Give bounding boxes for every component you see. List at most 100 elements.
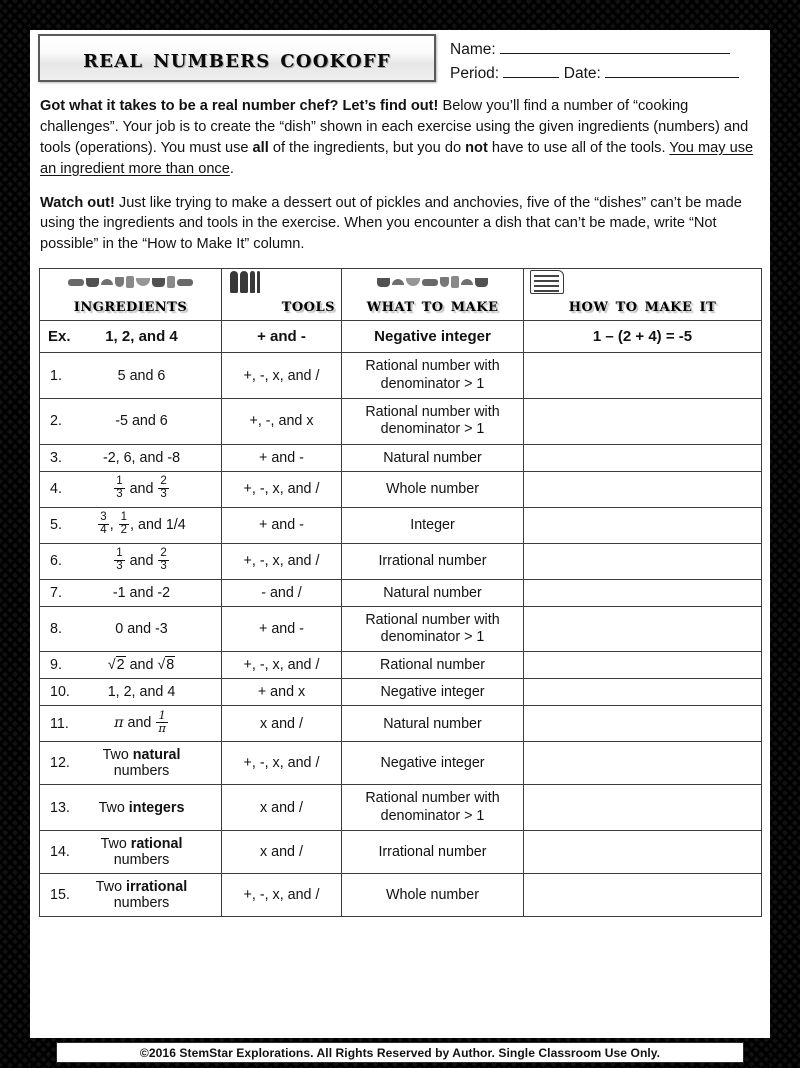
answer-input-area[interactable] xyxy=(530,657,755,673)
cell-how-to-make-it-answer[interactable] xyxy=(523,506,762,544)
column-header-how-to-make-it: HOW TO MAKE IT xyxy=(523,268,762,322)
cell-tools: + and x xyxy=(221,678,342,707)
ingredients-text: Two integers xyxy=(98,799,185,816)
cell-what-to-make: Irrational number xyxy=(341,830,524,875)
table-row: 12. Two natural numbers +, -, x, and / Negat… xyxy=(39,741,762,786)
answer-input-area[interactable] xyxy=(530,844,755,860)
cell-how-to-make-it-answer[interactable] xyxy=(523,830,762,875)
ingredients-value: 34, 12, and 1/4 xyxy=(98,510,186,536)
what-to-make-value: Rational number xyxy=(380,657,485,674)
ingredients-value: 0 and -3 xyxy=(115,621,168,638)
table-row: 2. -5 and 6 +, -, and x Rational number wit… xyxy=(39,397,762,445)
cell-how-to-make-it-answer[interactable] xyxy=(523,443,762,472)
watch-out-bold: Watch out! xyxy=(40,194,115,211)
cell-tools: +, -, x, and / xyxy=(221,741,342,786)
cell-ingredients: 12. Two natural numbers xyxy=(39,741,222,786)
row-number: 3. xyxy=(50,449,62,466)
cell-what-to-make: Rational number with denominator > 1 xyxy=(341,784,524,832)
answer-input-area[interactable] xyxy=(530,684,755,700)
cell-ingredients: 9. √2 and √8 xyxy=(39,651,222,680)
cooking-utensils-clipart-icon xyxy=(223,271,341,294)
what-to-make-value: Negative integer xyxy=(380,755,485,772)
decorative-border-right xyxy=(770,0,800,1068)
fraction: 13 xyxy=(114,474,125,500)
period-date-field-row: Period: Date: xyxy=(450,62,763,86)
cell-how-to-make-it-answer[interactable] xyxy=(523,873,762,918)
table-row-example: Ex. 1, 2, and 4 + and - Negative integer 1 –… xyxy=(39,320,762,354)
answer-input-area[interactable] xyxy=(530,517,755,533)
cell-how-to-make-it-answer[interactable] xyxy=(523,741,762,786)
ingredients-value: π and 1π xyxy=(114,708,168,736)
table-row: 13. Two integers x and / Rational number wi… xyxy=(39,784,762,832)
answer-input-area[interactable] xyxy=(530,585,755,601)
decorative-border-left xyxy=(0,0,30,1068)
cell-how-to-make-it-answer[interactable] xyxy=(523,352,762,399)
cell-how-to-make-it-answer[interactable] xyxy=(523,705,762,743)
worksheet-page: REAL NUMBERS COOKOFF Name: Period: Date:… xyxy=(0,0,800,1068)
row-number: 8. xyxy=(50,621,62,638)
row-number: 14. xyxy=(50,844,70,861)
cell-ingredients: 6. 1 3 and 23 xyxy=(39,542,222,580)
answer-input-area[interactable] xyxy=(530,716,755,732)
what-to-make-value: Rational number with denominator > 1 xyxy=(365,358,500,392)
answer-input-area[interactable] xyxy=(530,413,755,429)
worksheet-content: REAL NUMBERS COOKOFF Name: Period: Date:… xyxy=(30,30,770,1038)
cell-what-to-make: Natural number xyxy=(341,578,524,607)
cell-how-to-make-it: 1 – (2 + 4) = -5 xyxy=(523,320,762,354)
cell-how-to-make-it-answer[interactable] xyxy=(523,578,762,607)
ingredients-emphasis: integers xyxy=(128,799,185,816)
answer-input-area[interactable] xyxy=(530,481,755,497)
answer-input-area[interactable] xyxy=(530,621,755,637)
cell-ingredients: 11. π and 1π xyxy=(39,705,222,743)
cell-ingredients: 3. -2, 6, and -8 xyxy=(39,443,222,472)
what-to-make-value: Natural number xyxy=(383,449,482,466)
row-number: 2. xyxy=(50,413,62,430)
date-input-line[interactable] xyxy=(605,63,740,78)
name-input-line[interactable] xyxy=(499,39,730,54)
cell-how-to-make-it-answer[interactable] xyxy=(523,678,762,707)
answer-input-area[interactable] xyxy=(530,800,755,816)
cell-ingredients: Ex. 1, 2, and 4 xyxy=(39,320,222,354)
cell-how-to-make-it-answer[interactable] xyxy=(523,397,762,445)
cell-ingredients: 4. 1 3 and 23 xyxy=(39,470,222,508)
cookoff-table: INGREDIENTS TOOLS WH xyxy=(39,268,762,918)
period-input-line[interactable] xyxy=(503,63,560,78)
instructions-text-2a: Just like trying to make a dessert out o… xyxy=(40,194,742,253)
fraction: 23 xyxy=(158,474,169,500)
cell-ingredients: 10. 1, 2, and 4 xyxy=(39,678,222,707)
cell-ingredients: 5. 3 4, 12, and 1/4 xyxy=(39,506,222,544)
ingredients-value: 13 and 23 xyxy=(114,474,169,500)
ingredients-value: √2 and √8 xyxy=(107,656,176,674)
cell-ingredients: 14. Two rational numbers xyxy=(39,830,222,875)
row-number: 1. xyxy=(50,367,62,384)
answer-input-area[interactable] xyxy=(530,887,755,903)
what-to-make-value: Natural number xyxy=(383,584,482,601)
cell-how-to-make-it-answer[interactable] xyxy=(523,605,762,653)
table-row: 5. 3 4, 12, and 1/4 + and - Integer xyxy=(39,506,762,544)
cell-tools: x and / xyxy=(221,830,342,875)
answer-input-area[interactable] xyxy=(530,755,755,771)
name-label: Name: xyxy=(450,41,496,58)
answer-input-area[interactable] xyxy=(530,368,755,384)
what-to-make-value: Rational number with denominator > 1 xyxy=(365,611,500,646)
cell-tools: x and / xyxy=(221,784,342,832)
what-to-make-value: Rational number with denominator > 1 xyxy=(365,403,500,438)
table-row: 4. 1 3 and 2 3 +, -, x, and / Whole number xyxy=(39,470,762,508)
answer-input-area[interactable] xyxy=(530,553,755,569)
cell-how-to-make-it-answer[interactable] xyxy=(523,542,762,580)
cell-how-to-make-it-answer[interactable] xyxy=(523,784,762,832)
answer-input-area[interactable] xyxy=(530,450,755,466)
instructions-text-1c: have to use all of the tools. xyxy=(487,139,670,156)
cell-tools: +, -, x, and / xyxy=(221,542,342,580)
row-number: 15. xyxy=(50,887,70,904)
table-header-row: INGREDIENTS TOOLS WH xyxy=(39,268,762,322)
kitchen-ingredients-clipart-icon xyxy=(41,271,221,293)
cell-how-to-make-it-answer[interactable] xyxy=(523,470,762,508)
cell-how-to-make-it-answer[interactable] xyxy=(523,651,762,680)
instructions-paragraph-2: Watch out! Just like trying to make a de… xyxy=(40,193,761,256)
cell-ingredients: 15. Two irrational numbers xyxy=(39,873,222,918)
ingredients-value: 1, 2, and 4 xyxy=(107,684,176,701)
cell-what-to-make: Whole number xyxy=(341,873,524,918)
ingredients-value: Two rational numbers xyxy=(80,836,215,868)
instructions-lead-bold: Got what it takes to be a real number ch… xyxy=(40,98,439,115)
